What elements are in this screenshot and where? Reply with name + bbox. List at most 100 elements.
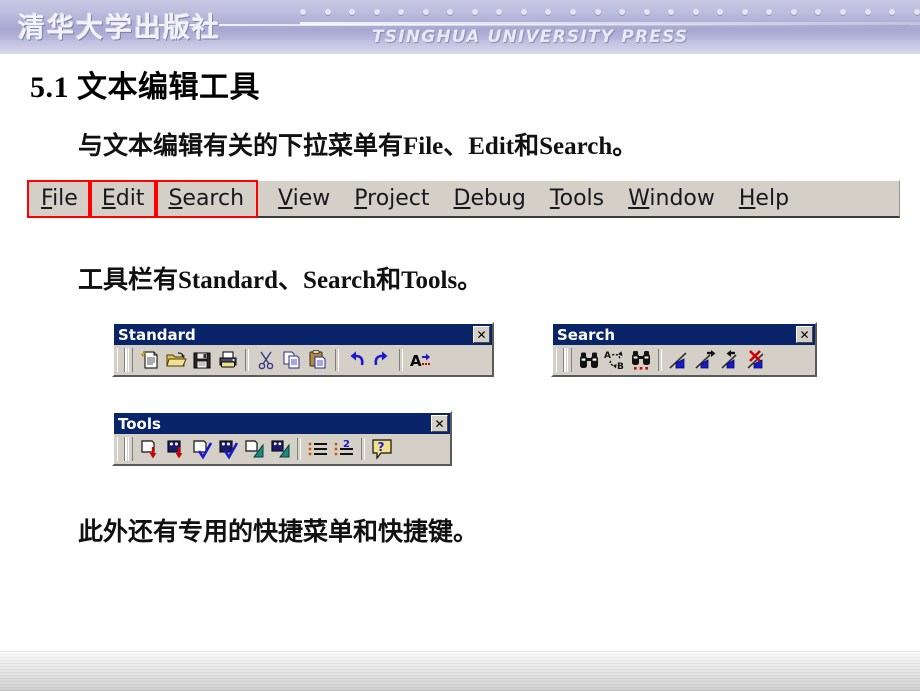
banner-dot [790,9,797,15]
build-file-icon[interactable] [241,437,267,462]
build-project-icon[interactable] [267,437,293,462]
flag-toggle-bookmark-icon[interactable] [666,348,692,373]
menu-item-project[interactable]: Project [342,182,441,216]
paste-icon[interactable] [305,348,331,373]
banner-dot [717,9,724,15]
menu-item-label: iew [292,185,331,211]
search-toolbar-close-icon[interactable]: ✕ [796,326,813,343]
menu-item-accelerator: S [168,185,183,211]
flag-next-bookmark-icon[interactable] [692,348,718,373]
binoculars-find-in-files-icon[interactable] [628,348,654,373]
menu-item-accelerator: E [101,185,116,211]
menu-item-edit[interactable]: Edit [87,179,159,218]
standard-toolbar-grip2[interactable] [128,348,133,372]
open-folder-icon[interactable] [163,348,189,373]
banner-dot [741,9,748,15]
menu-item-accelerator: H [738,185,756,211]
menu-item-label: roject [367,185,430,211]
menu-item-label: dit [115,185,145,211]
banner-dot [300,9,306,15]
banner-dot [324,9,331,15]
banner-dot [692,9,699,15]
standard-toolbar-buttons: A [114,345,492,375]
redo-arrow-icon[interactable] [369,348,395,373]
standard-toolbar-titlebar[interactable]: Standard ✕ [114,324,492,345]
banner-dot [840,9,847,15]
menu-item-window[interactable]: Window [616,182,727,216]
menu-item-view[interactable]: View [266,182,342,216]
banner-sheen [300,22,920,25]
menu-item-accelerator: T [549,185,560,211]
replace-a-to-b-icon[interactable]: A B [602,348,628,373]
tools-toolbar-titlebar[interactable]: Tools ✕ [114,413,450,434]
svg-text:A: A [410,352,422,370]
menu-item-accelerator: D [453,185,471,211]
tools-toolbar-title: Tools [118,414,161,433]
menu-item-label: ebug [470,185,526,211]
toolbar-separator [335,349,339,371]
save-disk-icon[interactable] [189,348,215,373]
compile-file-down-icon[interactable] [137,437,163,462]
check-project-icon[interactable] [215,437,241,462]
banner-dot [373,9,380,15]
search-toolbar-grip[interactable] [556,348,564,372]
banner-dot [766,9,773,15]
cut-scissors-icon[interactable] [253,348,279,373]
compile-project-down-icon[interactable] [163,437,189,462]
help-question-icon[interactable]: ? [369,437,395,462]
body-text-toolbars: 工具栏有Standard、Search和Tools。 [78,267,483,294]
tools-toolbar-close-icon[interactable]: ✕ [431,415,448,432]
toolbar-separator [245,349,249,371]
tools-toolbar-grip2[interactable] [128,437,133,461]
menu-item-label: ile [52,185,78,211]
search-toolbar-grip2[interactable] [567,348,572,372]
banner-dot [643,9,650,15]
toolbar-separator [361,438,365,460]
banner-dot [864,9,871,15]
menu-item-tools[interactable]: Tools [538,182,616,216]
copy-icon[interactable] [279,348,305,373]
banner-dot [619,9,626,15]
banner-dot [422,9,429,15]
banner-dot [447,9,454,15]
standard-toolbar-grip[interactable] [117,348,125,372]
list-errors-icon[interactable] [305,437,331,462]
binoculars-find-icon[interactable] [576,348,602,373]
banner-dot [570,9,577,15]
svg-text:A: A [604,351,611,361]
menu-item-accelerator: F [41,185,53,211]
print-icon[interactable] [215,348,241,373]
undo-arrow-icon[interactable] [343,348,369,373]
menu-item-accelerator: W [628,185,650,211]
page-title: 5.1 文本编辑工具 [30,71,260,104]
toolbar-separator [658,349,662,371]
toolbar-separator [297,438,301,460]
menu-item-label: ools [559,185,605,211]
new-file-icon[interactable] [137,348,163,373]
flag-prev-bookmark-icon[interactable] [718,348,744,373]
standard-toolbar-close-icon[interactable]: ✕ [473,326,490,343]
page-footer [0,651,920,691]
body-text-menus: 与文本编辑有关的下拉菜单有File、Edit和Search。 [78,133,638,160]
search-toolbar-titlebar[interactable]: Search ✕ [553,324,815,345]
menu-item-help[interactable]: Help [727,182,801,216]
flag-clear-bookmarks-icon[interactable] [744,348,770,373]
standard-toolbar: Standard ✕ A [112,322,494,377]
menu-item-accelerator: V [278,185,293,211]
search-toolbar-buttons: A B [553,345,815,375]
font-icon[interactable]: A [407,348,433,373]
menu-item-search[interactable]: Search [154,179,259,218]
menu-item-file[interactable]: File [27,179,92,218]
standard-toolbar-title: Standard [118,325,196,344]
menu-item-label: elp [755,185,790,211]
tools-toolbar-grip[interactable] [117,437,125,461]
banner-dot [668,9,675,15]
list-next-error-icon[interactable]: 2 [331,437,357,462]
banner-dot [520,9,527,15]
banner-dot [594,9,601,15]
search-toolbar-title: Search [557,325,616,344]
banner-dot [815,9,822,15]
svg-text:2: 2 [343,439,350,450]
menu-item-debug[interactable]: Debug [442,182,538,216]
check-file-icon[interactable] [189,437,215,462]
